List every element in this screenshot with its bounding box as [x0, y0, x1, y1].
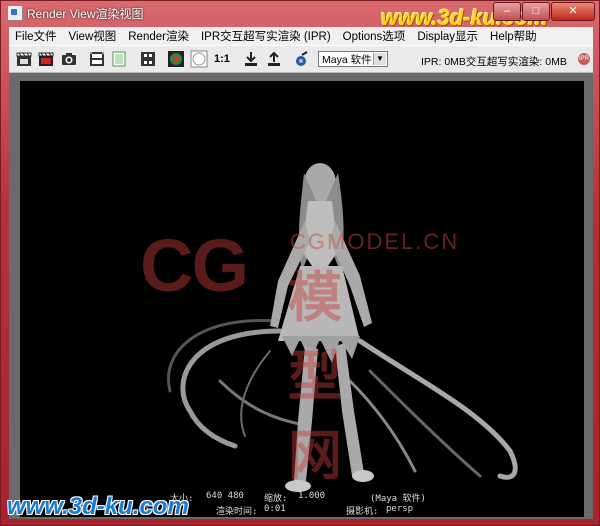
zoom-value: 1.000	[298, 491, 326, 501]
render-time-value: 0:01	[264, 504, 286, 514]
real-size-button[interactable]: 1:1	[214, 53, 230, 65]
camera-value: persp	[386, 504, 414, 514]
menu-bar: File文件 View视图 Render渲染 IPR交互超写实渲染 (IPR) …	[9, 27, 593, 45]
menu-display[interactable]: Display显示	[411, 28, 484, 44]
keep-image-icon[interactable]	[110, 50, 128, 68]
cg-brand-text: CG	[140, 224, 249, 307]
color-channel-icon[interactable]	[167, 50, 185, 68]
renderer-info: (Maya 软件)	[370, 494, 426, 504]
menu-render[interactable]: Render渲染	[122, 28, 195, 44]
menu-view[interactable]: View视图	[63, 28, 123, 44]
minimize-button[interactable]: –	[493, 2, 521, 21]
watermark-bottom: www.3d-ku.com	[7, 493, 189, 520]
close-button[interactable]: ✕	[551, 2, 595, 21]
maximize-button[interactable]: □	[522, 2, 550, 21]
menu-help[interactable]: Help帮助	[484, 28, 543, 44]
save-icon[interactable]	[242, 50, 260, 68]
open-image-icon[interactable]	[265, 50, 283, 68]
cg-domain-text: CGMODEL.CN	[290, 229, 460, 254]
menu-file[interactable]: File文件	[9, 28, 63, 44]
zoom-label: 缩放:	[264, 494, 288, 504]
render-sequence-icon[interactable]	[88, 50, 106, 68]
film-strip-icon[interactable]	[139, 50, 157, 68]
renderer-select[interactable]: Maya 软件 ▼	[318, 51, 388, 67]
ipr-icon[interactable]: IPR	[578, 53, 590, 65]
renderer-select-value: Maya 软件	[322, 54, 372, 66]
render-viewport[interactable]: CG CGMODEL.CN 模型网 大小: 640 480 缩放: 1.000 …	[20, 81, 584, 517]
toolbar: 1:1 Maya 软件 ▼ IPR: 0MB交互超写实渲染: 0MB IPR	[9, 45, 593, 73]
snapshot-icon[interactable]	[60, 50, 78, 68]
ipr-memory-status: IPR: 0MB交互超写实渲染: 0MB	[421, 56, 567, 68]
chevron-down-icon: ▼	[373, 53, 386, 65]
size-value: 640 480	[206, 491, 244, 501]
menu-options[interactable]: Options选项	[337, 28, 412, 44]
title-bar[interactable]: Render View渲染视图 www.3d-ku.com – □ ✕	[1, 1, 600, 30]
cg-chinese-text: 模型网	[288, 266, 348, 487]
render-view-window: Render View渲染视图 www.3d-ku.com – □ ✕ File…	[0, 0, 600, 526]
camera-label: 摄影机:	[346, 507, 379, 517]
window-controls: – □ ✕	[492, 2, 595, 21]
render-time-label: 渲染时间:	[216, 507, 258, 517]
menu-ipr[interactable]: IPR交互超写实渲染 (IPR)	[195, 28, 337, 44]
app-icon	[7, 5, 23, 21]
alpha-channel-icon[interactable]	[190, 50, 208, 68]
render-region-icon[interactable]	[37, 50, 55, 68]
window-title: Render View渲染视图	[27, 7, 144, 21]
redo-render-icon[interactable]	[15, 50, 33, 68]
render-settings-icon[interactable]	[292, 50, 310, 68]
